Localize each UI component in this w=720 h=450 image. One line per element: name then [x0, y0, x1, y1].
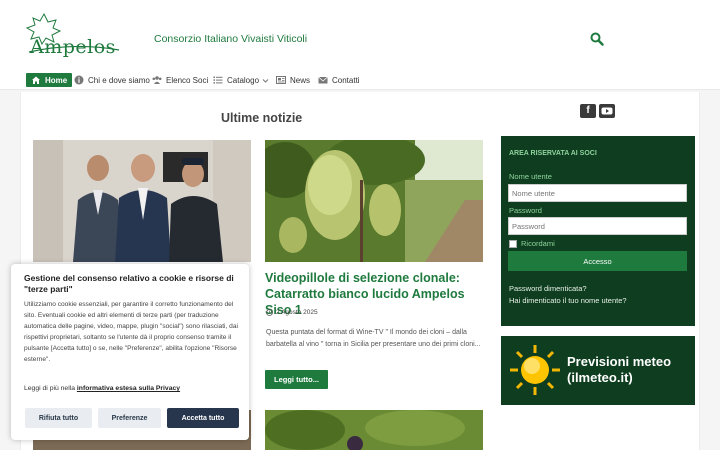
site-header: Ampelos Consorzio Italiano Vivaisti Viti…	[0, 0, 720, 70]
main-nav: Home Chi e dove siamo Elenco Soci Catalo…	[0, 70, 720, 90]
cookie-more-prefix: Leggi di più nella	[24, 385, 77, 392]
username-input[interactable]	[508, 184, 687, 202]
clock-icon	[266, 309, 273, 316]
info-icon	[74, 75, 84, 85]
article-excerpt: Questa puntata del format di Wine-TV " I…	[266, 329, 481, 348]
remember-checkbox[interactable]	[509, 239, 517, 248]
news-image-people[interactable]	[33, 140, 251, 262]
nav-label-elenco-soci: Elenco Soci	[166, 75, 209, 85]
nav-label-catalogo: Catalogo	[227, 75, 260, 85]
accept-all-button[interactable]: Accetta tutto	[167, 408, 239, 428]
nav-item-contatti[interactable]: Contatti	[318, 73, 360, 87]
news-section-title: Ultime notizie	[221, 111, 303, 125]
nav-item-chi-siamo[interactable]: Chi e dove siamo	[74, 73, 150, 87]
remember-label: Ricordami	[521, 239, 555, 248]
nav-label-contatti: Contatti	[332, 75, 360, 85]
login-button[interactable]: Accesso	[508, 251, 687, 271]
home-icon	[32, 76, 40, 84]
cookie-text: Utilizziamo cookie essenziali, per garan…	[24, 301, 238, 363]
password-input[interactable]	[508, 217, 687, 235]
preferences-button[interactable]: Preferenze	[98, 408, 161, 428]
member-area-title: AREA RISERVATA AI SOCI	[509, 150, 597, 157]
news-image-grapes[interactable]	[265, 140, 483, 262]
nav-item-catalogo[interactable]: Catalogo	[213, 73, 269, 87]
search-icon[interactable]	[590, 32, 604, 46]
privacy-policy-link[interactable]: informativa estesa sulla Privacy	[77, 385, 180, 392]
news-image-vines[interactable]	[265, 410, 483, 450]
nav-label-home: Home	[45, 75, 68, 85]
logo-text: Ampelos	[30, 36, 116, 58]
nav-item-news[interactable]: News	[276, 73, 310, 87]
list-icon	[213, 76, 223, 84]
users-icon	[152, 76, 162, 84]
article-date-text: 2 Agosto 2025	[276, 309, 318, 316]
remember-me[interactable]: Ricordami	[509, 239, 555, 248]
weather-banner-text: Previsioni meteo (ilmeteo.it)	[567, 354, 672, 385]
chevron-down-icon	[262, 78, 269, 83]
forgot-username-link[interactable]: Hai dimenticato il tuo nome utente?	[509, 296, 627, 305]
nav-label-news: News	[290, 75, 311, 85]
site-tagline: Consorzio Italiano Vivaisti Viticoli	[154, 33, 308, 45]
username-label: Nome utente	[509, 172, 552, 181]
nav-label-chi-siamo: Chi e dove siamo	[88, 75, 150, 85]
envelope-icon	[318, 76, 328, 84]
member-login-panel: AREA RISERVATA AI SOCI Nome utente Passw…	[501, 136, 695, 326]
cookie-more: Leggi di più nella informativa estesa su…	[24, 385, 180, 392]
sun-icon	[510, 345, 560, 395]
facebook-icon[interactable]: f	[580, 104, 596, 118]
newspaper-icon	[276, 76, 286, 84]
ampelos-logo[interactable]: Ampelos	[24, 12, 124, 58]
nav-item-home[interactable]: Home	[26, 73, 73, 87]
read-more-button[interactable]: Leggi tutto...	[265, 370, 328, 389]
nav-item-elenco-soci[interactable]: Elenco Soci	[152, 73, 208, 87]
article-date: 2 Agosto 2025	[266, 309, 318, 316]
reject-all-button[interactable]: Rifiuta tutto	[25, 408, 92, 428]
weather-banner[interactable]: Previsioni meteo (ilmeteo.it)	[501, 336, 695, 405]
cookie-title: Gestione del consenso relativo a cookie …	[24, 273, 234, 294]
youtube-icon[interactable]	[599, 104, 615, 118]
forgot-password-link[interactable]: Password dimenticata?	[509, 284, 587, 293]
password-label: Password	[509, 206, 542, 215]
cookie-consent-dialog: Gestione del consenso relativo a cookie …	[11, 264, 249, 440]
